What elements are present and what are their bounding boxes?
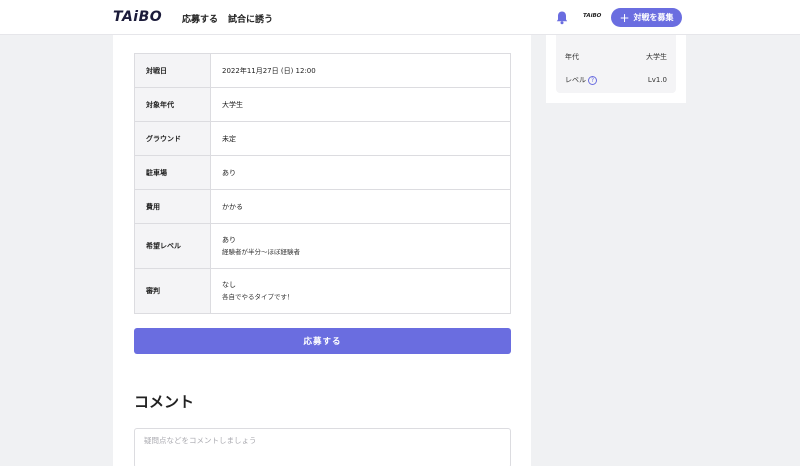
age-value: 大学生 bbox=[646, 53, 667, 61]
row-value: 未定 bbox=[210, 121, 511, 156]
table-row: 対戦日 2022年11月27日 (日) 12:00 bbox=[134, 53, 511, 88]
match-detail-table: 対戦日 2022年11月27日 (日) 12:00 対象年代 大学生 グラウンド… bbox=[134, 53, 511, 314]
level-label: レベル bbox=[565, 76, 586, 84]
row-key: 対戦日 bbox=[134, 53, 211, 88]
row-value: なし 各自でやるタイプです！ bbox=[210, 268, 511, 314]
row-value: あり bbox=[210, 155, 511, 190]
row-value-main: なし bbox=[222, 281, 236, 289]
nav-invite-link[interactable]: 試合に誘う bbox=[228, 12, 273, 25]
level-label-group: レベル? bbox=[565, 75, 597, 85]
age-label: 年代 bbox=[565, 53, 579, 61]
plus-icon: + bbox=[619, 10, 630, 25]
row-key: 対象年代 bbox=[134, 87, 211, 122]
table-row: 希望レベル あり 経験者が半分～ほぼ経験者 bbox=[134, 223, 511, 269]
row-key: グラウンド bbox=[134, 121, 211, 156]
top-header: TAiBO 応募する 試合に誘う TAiBO + 対戦を募集 bbox=[0, 0, 800, 35]
match-detail-card: 対戦日 2022年11月27日 (日) 12:00 対象年代 大学生 グラウンド… bbox=[113, 35, 531, 466]
row-value: あり 経験者が半分～ほぼ経験者 bbox=[210, 223, 511, 269]
table-row: 審判 なし 各自でやるタイプです！ bbox=[134, 268, 511, 314]
age-row: 年代 大学生 bbox=[565, 52, 667, 62]
recruit-match-label: 対戦を募集 bbox=[633, 13, 674, 22]
table-row: 費用 かかる bbox=[134, 189, 511, 224]
row-key: 審判 bbox=[134, 268, 211, 314]
taibo-logo[interactable]: TAiBO bbox=[113, 9, 162, 25]
comment-section-title: コメント bbox=[134, 393, 195, 411]
row-key: 費用 bbox=[134, 189, 211, 224]
question-circle-icon[interactable]: ? bbox=[588, 75, 597, 85]
apply-button[interactable]: 応募する bbox=[134, 328, 511, 354]
table-row: グラウンド 未定 bbox=[134, 121, 511, 156]
level-row: レベル? Lv1.0 bbox=[565, 75, 667, 85]
recruit-match-button[interactable]: + 対戦を募集 bbox=[611, 8, 682, 27]
row-value: かかる bbox=[210, 189, 511, 224]
row-value-sub: 経験者が半分～ほぼ経験者 bbox=[222, 248, 300, 256]
comment-input[interactable] bbox=[134, 428, 511, 466]
team-info-panel: 年代 大学生 レベル? Lv1.0 bbox=[556, 35, 676, 93]
row-value-main: あり bbox=[222, 236, 236, 244]
team-info-card: 年代 大学生 レベル? Lv1.0 bbox=[546, 35, 686, 103]
row-value-sub: 各自でやるタイプです！ bbox=[222, 293, 294, 301]
table-row: 駐車場 あり bbox=[134, 155, 511, 190]
bell-icon[interactable] bbox=[555, 10, 569, 25]
row-value: 2022年11月27日 (日) 12:00 bbox=[210, 53, 511, 88]
level-value: Lv1.0 bbox=[647, 76, 667, 84]
nav-apply-link[interactable]: 応募する bbox=[182, 12, 218, 25]
table-row: 対象年代 大学生 bbox=[134, 87, 511, 122]
user-avatar-logo[interactable]: TAiBO bbox=[583, 13, 601, 19]
row-value: 大学生 bbox=[210, 87, 511, 122]
row-key: 希望レベル bbox=[134, 223, 211, 269]
row-key: 駐車場 bbox=[134, 155, 211, 190]
